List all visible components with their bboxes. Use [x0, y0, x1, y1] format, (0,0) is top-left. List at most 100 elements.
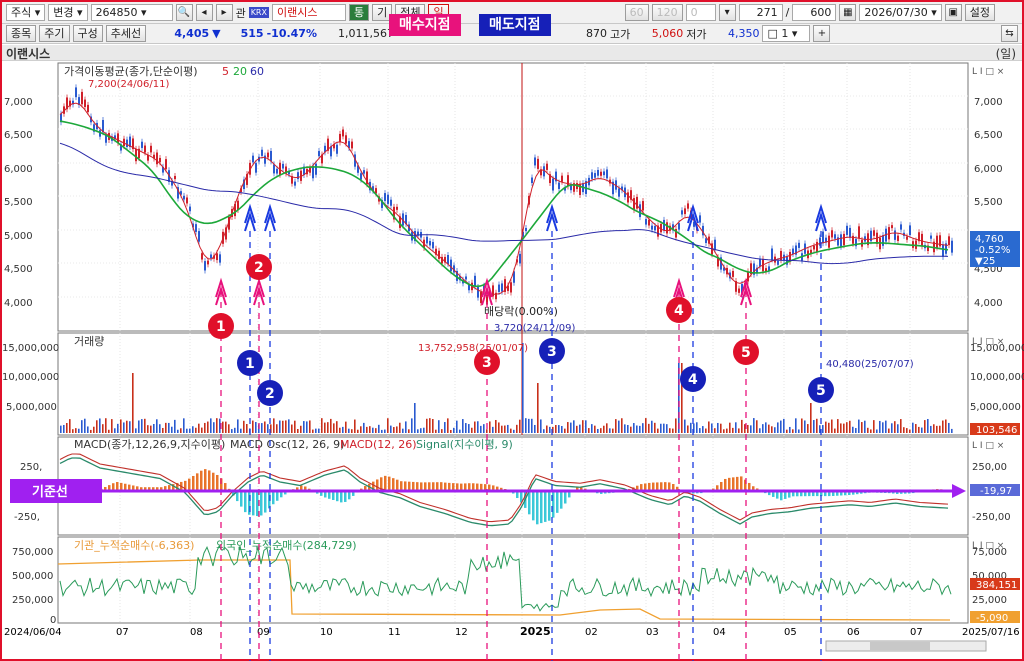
candle	[84, 99, 86, 108]
layout-button[interactable]: 구성	[72, 25, 103, 42]
flow-tick-500k: 500,000	[12, 571, 53, 582]
volume-bar	[468, 424, 470, 433]
volume-bar	[339, 427, 341, 433]
volume-bar	[348, 428, 350, 433]
step-icon[interactable]: ▾	[718, 4, 736, 21]
volume-bar	[90, 429, 92, 433]
ma60-legend: 60	[250, 65, 264, 78]
panel-controls-macd[interactable]: L I □ ×	[972, 441, 1004, 451]
candle	[651, 225, 653, 230]
candle	[294, 181, 296, 186]
volume-bar	[642, 423, 644, 433]
volume-bar	[174, 419, 176, 433]
volume-bar	[81, 420, 83, 433]
volume-bar	[489, 421, 491, 433]
next-icon[interactable]: ▸	[215, 4, 233, 21]
code-input[interactable]: 264850 ▾	[90, 4, 173, 21]
candle	[951, 240, 953, 253]
scrollbar-thumb[interactable]	[870, 642, 930, 650]
prev-icon[interactable]: ◂	[195, 4, 213, 21]
volume-bar	[357, 429, 359, 433]
macd-osc-bar	[208, 470, 211, 493]
volume-bar	[699, 428, 701, 433]
volume-bar	[786, 429, 788, 433]
left-price-tick-4500: 4,500	[4, 264, 33, 275]
macd-osc-bar	[556, 492, 559, 513]
volume-bar	[159, 424, 161, 433]
candle	[840, 234, 842, 247]
settings-button[interactable]: 설정	[964, 4, 996, 21]
volume-bar	[129, 421, 131, 433]
volume-bar	[360, 426, 362, 433]
volume-bar	[687, 425, 689, 433]
candle	[561, 175, 563, 182]
macd-osc-bar	[832, 492, 835, 496]
macd-osc-bar	[236, 492, 239, 502]
macd-osc-bar	[340, 492, 343, 503]
panel-controls-volume[interactable]: L I □ ×	[972, 337, 1004, 347]
volume-bar	[846, 422, 848, 433]
search-icon[interactable]: 🔍	[175, 4, 193, 21]
candle	[891, 225, 893, 229]
last-pct: -0.52%	[975, 245, 1010, 256]
jongmok-button[interactable]: 종목	[6, 25, 37, 42]
volume-bar	[168, 422, 170, 433]
volume-bar	[279, 420, 281, 433]
volume-bar	[141, 419, 143, 433]
volume-bar	[708, 421, 710, 433]
sync-icon[interactable]: ⇆	[1001, 25, 1018, 42]
volume-bar	[855, 428, 857, 433]
macd-osc-bar	[812, 492, 815, 497]
mode-select[interactable]: 변경 ▾	[48, 4, 88, 21]
candle	[822, 231, 824, 244]
period-60-button[interactable]: 60	[624, 4, 649, 21]
market-select[interactable]: 주식 ▾	[6, 4, 46, 21]
volume-bar	[882, 422, 884, 433]
panel-controls-price[interactable]: L I □ ×	[972, 67, 1004, 77]
count-input[interactable]: 271	[738, 4, 783, 21]
volume-bar	[807, 424, 809, 433]
volume-bar	[942, 420, 944, 433]
ratio-select[interactable]: □ 1 ▾	[762, 25, 811, 42]
total-input[interactable]: 600	[792, 4, 837, 21]
volume-legend: 거래량	[74, 335, 104, 348]
macd-osc-bar	[540, 492, 543, 524]
left-price-tick-5000: 5,000	[4, 231, 33, 242]
vol-rtick-5m: 5,000,000	[970, 402, 1021, 413]
volume-bar	[594, 425, 596, 433]
calendar-icon[interactable]: ▦	[839, 4, 857, 21]
volume-bar	[627, 424, 629, 433]
volume-bar	[192, 426, 194, 433]
panel-controls-flow[interactable]: L I □ ×	[972, 541, 1004, 551]
save-icon[interactable]: ▣	[944, 4, 962, 21]
candle	[843, 233, 845, 246]
trendline-button[interactable]: 추세선	[105, 25, 147, 42]
volume-bar	[123, 422, 125, 433]
tong-button[interactable]: 통	[348, 4, 370, 21]
period-button[interactable]: 주기	[39, 25, 70, 42]
stock-name[interactable]: 이랜시스	[271, 4, 346, 21]
volume-bar	[630, 426, 632, 433]
macd-legend-c: MACD(12, 26)	[340, 438, 417, 451]
volume-bar	[402, 428, 404, 433]
candle	[360, 173, 362, 180]
macd-osc-bar	[336, 492, 339, 502]
volume-bar	[132, 373, 134, 433]
plus-icon[interactable]: +	[813, 25, 831, 42]
candle	[948, 236, 950, 246]
candle	[219, 254, 221, 263]
macd-osc-bar	[276, 492, 279, 501]
candle	[81, 91, 83, 105]
volume-bar	[309, 420, 311, 433]
date-input[interactable]: 2026/07/30 ▾	[859, 4, 942, 21]
volume-bar	[102, 424, 104, 433]
price-tick-6500: 6,500	[974, 130, 1003, 141]
volume-bar	[303, 421, 305, 433]
zero-input[interactable]: 0	[685, 4, 716, 21]
period-120-button[interactable]: 120	[651, 4, 683, 21]
candle	[174, 175, 176, 180]
volume-bar	[570, 422, 572, 433]
volume-bar	[714, 428, 716, 433]
chart-area[interactable]: 가격이동평균(종가,단순이평) 5 20 60 7,200(24/06/11) …	[0, 61, 1024, 661]
macd-osc-bar	[836, 492, 839, 496]
